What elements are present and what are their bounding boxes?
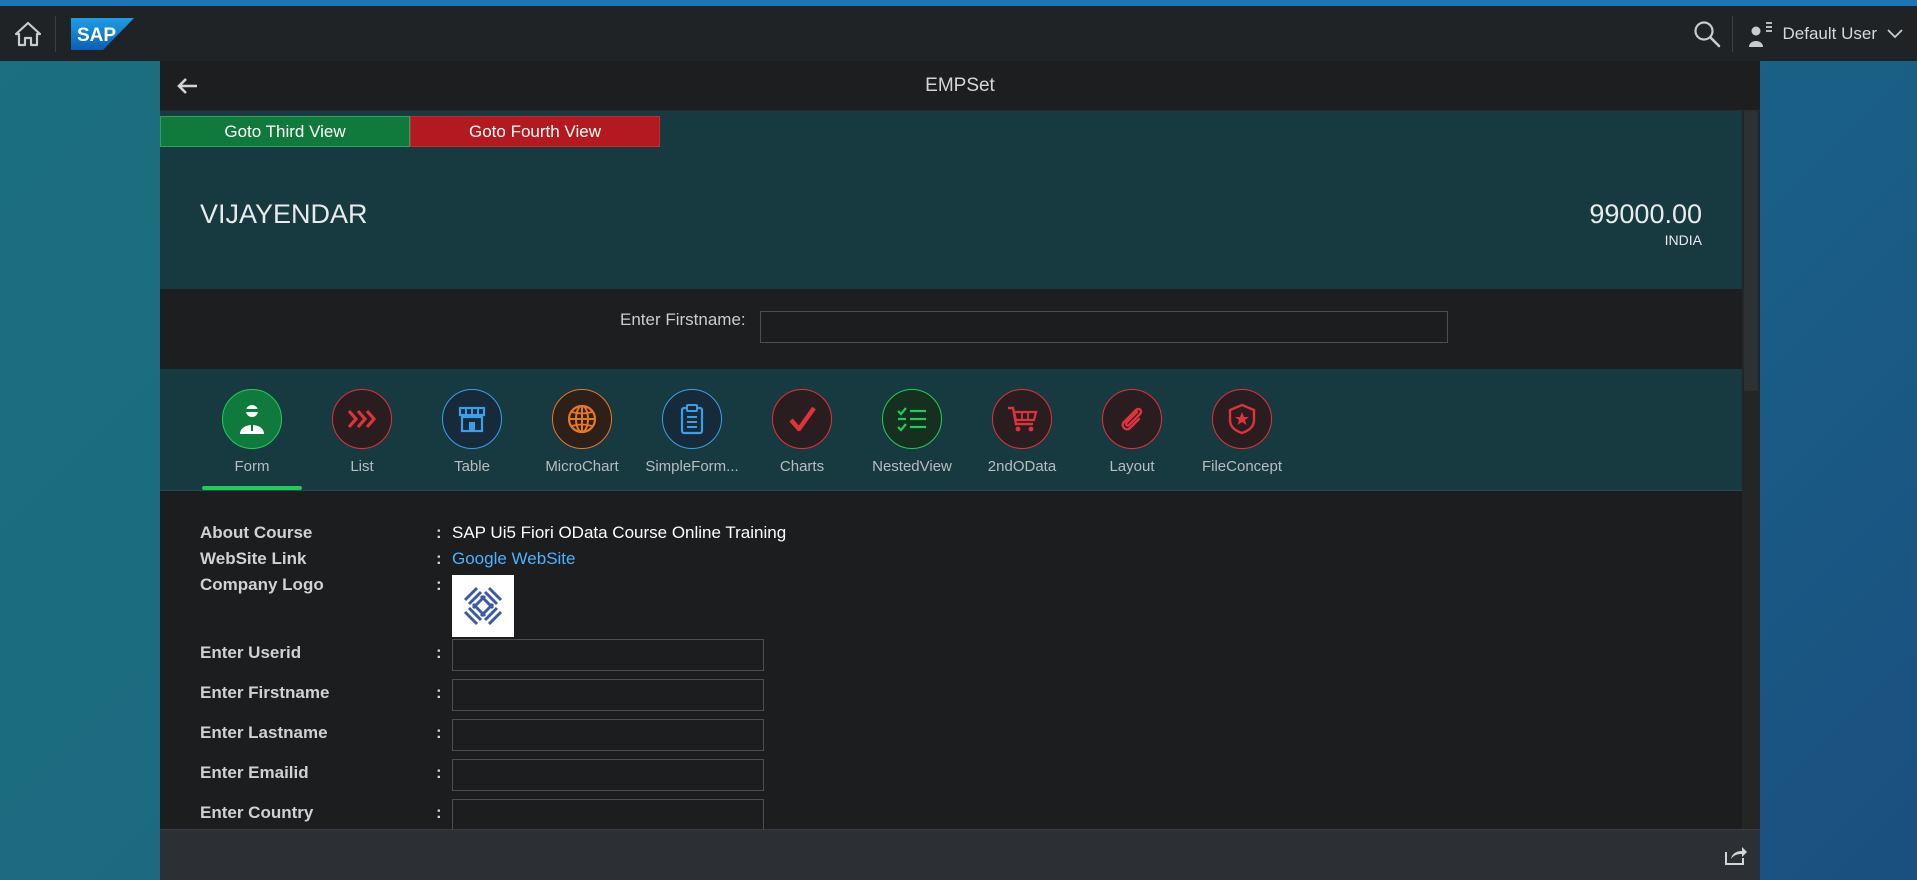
icon-tab-bar: Form List Table MicroChart SimpleForm...… [160,369,1742,491]
share-icon [1725,847,1747,865]
company-logo-image [452,575,514,637]
tab-fileconcept[interactable]: FileConcept [1187,389,1297,475]
tab-simpleform-circle [662,389,722,449]
tab-charts-circle [772,389,832,449]
about-course-value: SAP Ui5 Fiori OData Course Online Traini… [452,523,787,542]
tab-form[interactable]: Form [197,389,307,475]
form-colon: : [436,575,442,594]
about-course-label: About Course [200,523,313,542]
form-colon: : [436,549,442,568]
goto-third-view-button[interactable]: Goto Third View [160,116,410,147]
employee-icon [240,405,264,434]
country-label: Enter Country [200,803,314,822]
tab-microchart-label: MicroChart [545,458,619,475]
arrow-left-icon [177,78,197,94]
page-content[interactable]: Goto Third View Goto Fourth View VIJAYEN… [160,111,1742,829]
share-button[interactable] [1722,841,1750,869]
tab-layout[interactable]: Layout [1077,389,1187,475]
emailid-label: Enter Emailid [200,763,309,782]
tab-nestedview[interactable]: NestedView [857,389,967,475]
user-icon [1748,21,1772,47]
chevron-right-triple-icon [347,409,377,429]
tab-form-label: Form [234,458,270,475]
tab-microchart-circle [552,389,612,449]
lastname-input[interactable] [452,719,764,751]
object-title: VIJAYENDAR [200,199,368,229]
store-icon [458,406,486,433]
tab-2ndodata-circle [992,389,1052,449]
form-colon: : [436,523,442,542]
tab-2ndodata[interactable]: 2ndOData [967,389,1077,475]
clipboard-icon [680,404,704,435]
sap-logo[interactable]: SAP [71,17,134,50]
shell-bar: SAP Default User [0,6,1917,61]
vertical-scrollbar[interactable] [1742,111,1760,829]
employee-form: About Course : SAP Ui5 Fiori OData Cours… [160,491,1742,829]
form-colon: : [436,803,442,822]
chevron-down-icon [1887,28,1903,38]
home-button[interactable] [0,6,55,61]
userid-input[interactable] [452,639,764,671]
tab-layout-label: Layout [1109,458,1155,475]
tab-list-label: List [350,458,374,475]
goto-fourth-view-button[interactable]: Goto Fourth View [410,116,660,147]
tab-layout-circle [1102,389,1162,449]
user-menu-button[interactable]: Default User [1733,6,1917,61]
form-colon: : [436,763,442,782]
tab-form-circle [222,389,282,449]
tab-table[interactable]: Table [417,389,527,475]
tab-fileconcept-circle [1212,389,1272,449]
sap-logo-text: SAP [77,25,116,46]
tab-nestedview-circle [882,389,942,449]
badge-icon [1228,403,1256,435]
firstname-input[interactable] [452,679,764,711]
tab-charts-label: Charts [779,458,825,475]
search-icon [1693,20,1720,47]
object-unit: INDIA [1664,232,1702,248]
firstname-filter-input[interactable] [760,311,1448,343]
tab-table-label: Table [454,458,490,475]
website-label: WebSite Link [200,549,307,568]
user-name: Default User [1782,23,1877,43]
checkmark-icon [789,406,816,432]
object-number: 99000.00 [1589,199,1702,229]
app-header: EMPSet [160,61,1760,111]
tab-simpleform[interactable]: SimpleForm... [637,389,747,475]
company-logo-icon [463,586,503,626]
emailid-input[interactable] [452,759,764,791]
tab-table-circle [442,389,502,449]
tab-2ndodata-label: 2ndOData [987,458,1057,475]
tab-simpleform-label: SimpleForm... [645,458,739,475]
website-link[interactable]: Google WebSite [452,549,575,569]
shell-separator [55,15,56,52]
globe-icon [567,404,597,434]
tab-nestedview-label: NestedView [872,458,952,475]
scrollbar-thumb[interactable] [1744,111,1758,391]
firstname-label: Enter Firstname [200,683,330,702]
filter-bar: Enter Firstname: [160,289,1742,369]
tab-selected-indicator [202,486,302,490]
tab-microchart[interactable]: MicroChart [527,389,637,475]
userid-label: Enter Userid [200,643,302,662]
page-title: EMPSet [925,74,995,96]
tab-charts[interactable]: Charts [747,389,857,475]
country-input[interactable] [452,799,764,829]
company-logo-label: Company Logo [200,575,324,594]
cart-icon [1008,406,1038,432]
tab-list-circle [332,389,392,449]
page-footer [160,829,1760,880]
tab-list[interactable]: List [307,389,417,475]
form-colon: : [436,643,442,662]
form-colon: : [436,723,442,742]
checklist-icon [897,407,926,432]
home-icon [14,21,41,46]
back-button[interactable] [172,71,202,101]
paperclip-icon [1121,407,1143,431]
tab-fileconcept-label: FileConcept [1201,458,1283,475]
search-button[interactable] [1682,6,1732,61]
firstname-filter-label: Enter Firstname: [620,310,746,329]
lastname-label: Enter Lastname [200,723,328,742]
form-colon: : [436,683,442,702]
app-container: EMPSet Goto Third View Goto Fourth View … [160,61,1760,880]
